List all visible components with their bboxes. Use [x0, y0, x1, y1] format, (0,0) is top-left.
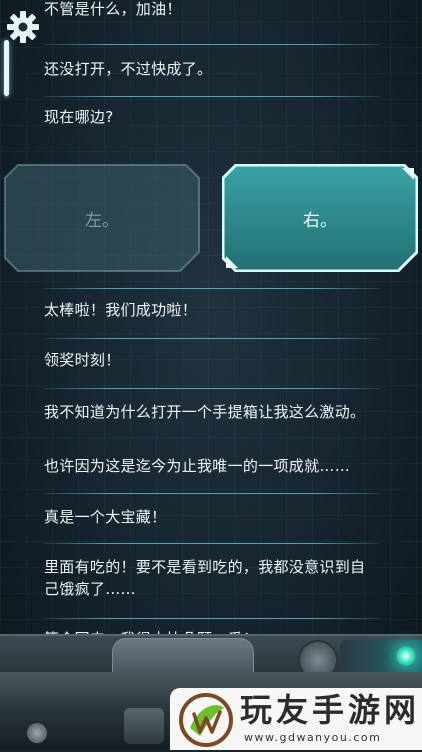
message-divider — [44, 493, 380, 494]
message-divider — [44, 44, 380, 45]
message-text: 真是一个大宝藏！ — [44, 508, 167, 526]
message-divider — [44, 543, 380, 544]
message-text: 还没打开，不过快成了。 — [44, 60, 213, 78]
leaf-w-logo-icon — [178, 692, 234, 748]
choice-left-button[interactable]: 左。 — [4, 164, 200, 272]
message-divider — [44, 338, 380, 339]
message-divider — [44, 388, 380, 389]
watermark-url: www.gdwanyou.com — [244, 731, 382, 744]
message-text: 我不知道为什么打开一个手提箱让我这么激动。 — [44, 403, 366, 421]
message-divider — [44, 288, 380, 289]
panel-clamp — [124, 708, 164, 744]
watermark-title: 玩友手游网 — [240, 691, 421, 729]
choice-right-button[interactable]: 右。 — [222, 164, 418, 272]
message-text: 太棒啦！我们成功啦！ — [44, 301, 198, 319]
scrollbar-thumb[interactable] — [4, 40, 9, 96]
choice-left-label: 左。 — [85, 210, 119, 231]
message-divider — [44, 618, 380, 619]
message-text: 领奖时刻！ — [44, 351, 121, 369]
settings-gear-icon[interactable] — [6, 10, 40, 44]
message-text: 不管是什么，加油！ — [44, 0, 182, 18]
bolt-icon — [26, 722, 48, 744]
message-text: 现在哪边? — [44, 108, 114, 126]
message-divider — [44, 96, 380, 97]
choice-right-label: 右。 — [303, 210, 337, 231]
message-text: 也许因为这是迄今为止我唯一的一项成就…… — [44, 457, 351, 475]
status-light-icon — [396, 646, 416, 666]
message-text: 里面有吃的！要不是看到吃的，我都没意识到自己饿疯了…… — [44, 558, 366, 598]
